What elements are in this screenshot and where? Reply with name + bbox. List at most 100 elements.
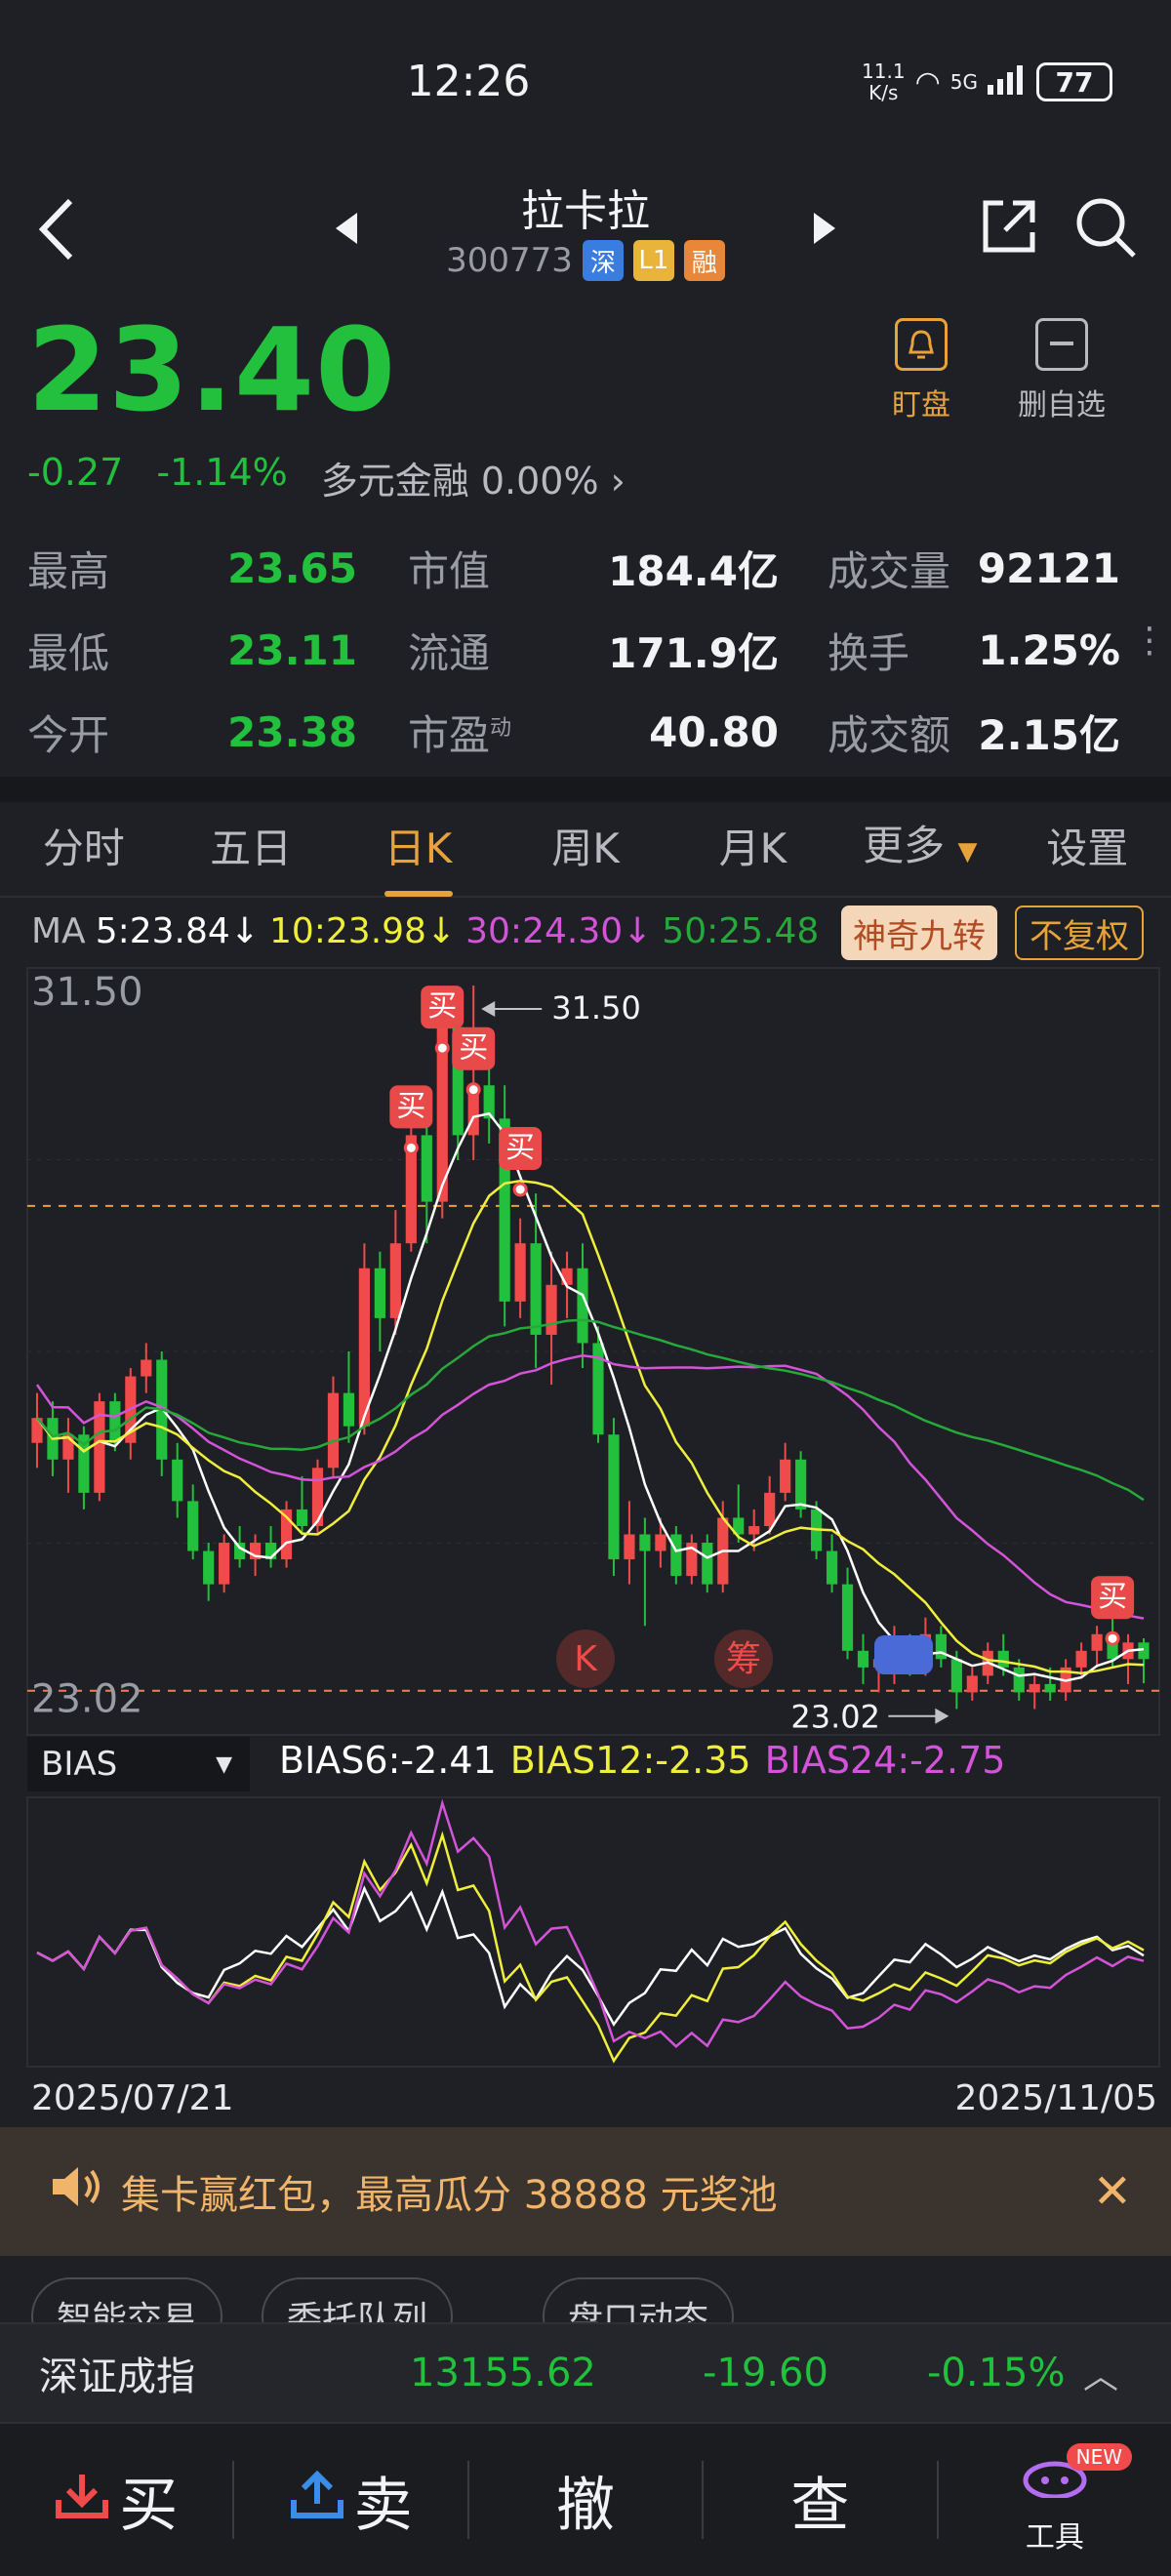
tab-monthly-k[interactable]: 月K bbox=[669, 801, 836, 897]
search-icon[interactable] bbox=[1073, 195, 1138, 263]
network-label: 5G bbox=[949, 70, 978, 94]
candle-body bbox=[514, 1243, 526, 1302]
caret-down-icon: ▼ bbox=[216, 1751, 232, 1777]
ma5-line bbox=[36, 1111, 1145, 1682]
candle-body bbox=[1091, 1633, 1103, 1651]
candle-body bbox=[327, 1392, 340, 1469]
candle-body bbox=[545, 1284, 557, 1335]
buy-signal-label: 买 bbox=[505, 1131, 535, 1165]
index-ticker[interactable]: 深证成指 13155.62 -19.60 -0.15% ︿ bbox=[0, 2322, 1171, 2422]
candle-body bbox=[857, 1650, 869, 1668]
tab-settings[interactable]: 设置 bbox=[1004, 801, 1171, 897]
chevron-up-icon[interactable]: ︿ bbox=[1083, 2348, 1118, 2398]
watch-label: 盯盘 bbox=[892, 388, 950, 423]
candle-body bbox=[109, 1401, 121, 1443]
bias12-value: BIAS12:-2.35 bbox=[509, 1739, 751, 1782]
price-axis-min: 23.02 bbox=[31, 1677, 143, 1722]
candle-body bbox=[172, 1459, 183, 1502]
k-marker: K bbox=[574, 1639, 598, 1679]
wifi-icon: ◠ bbox=[914, 64, 941, 100]
stat-label: 市盈动 bbox=[379, 703, 535, 762]
candle-body bbox=[343, 1392, 355, 1427]
candle-body bbox=[374, 1268, 385, 1318]
bell-icon bbox=[895, 318, 948, 371]
high-arrow-head bbox=[481, 1001, 496, 1017]
chip-smart-trade[interactable]: 智能交易 bbox=[31, 2277, 223, 2322]
candlestick-chart[interactable]: 31.5023.0231.5023.02买买买买买K 筹 bbox=[0, 966, 1171, 1737]
buy-signal-label: 买 bbox=[396, 1089, 425, 1123]
candle-body bbox=[826, 1550, 838, 1585]
upload-icon bbox=[290, 2466, 344, 2534]
ma50-value: 50:25.48 bbox=[662, 911, 820, 951]
buy-button[interactable]: 买 bbox=[0, 2461, 235, 2540]
watch-button[interactable]: 盯盘 bbox=[863, 318, 980, 423]
end-date: 2025/11/05 bbox=[954, 2078, 1158, 2118]
buy-signal-dot bbox=[434, 1040, 450, 1056]
index-value: 13155.62 bbox=[410, 2351, 596, 2395]
stat-label: 成交额 bbox=[828, 710, 951, 759]
promo-banner[interactable]: 集卡赢红包，最高瓜分 38888 元奖池 ✕ bbox=[0, 2127, 1171, 2256]
tab-daily-k[interactable]: 日K bbox=[335, 801, 502, 897]
query-button[interactable]: 查 bbox=[704, 2461, 939, 2540]
tab-intraday[interactable]: 分时 bbox=[0, 801, 167, 897]
battery-icon: 77 bbox=[1036, 62, 1112, 101]
adjust-mode-button[interactable]: 不复权 bbox=[1015, 906, 1144, 960]
stats-grid: 最高 23.65 市值 184.4亿 成交量 92121 最低 23.11 流通… bbox=[27, 527, 1150, 773]
index-pct: -0.15% bbox=[927, 2351, 1066, 2395]
stat-label: 流通 bbox=[408, 628, 491, 677]
candle-body bbox=[608, 1434, 620, 1560]
candle-body bbox=[141, 1359, 152, 1377]
stat-value: 23.65 bbox=[227, 543, 357, 592]
bias-legend: BIAS6:-2.41 BIAS12:-2.35 BIAS24:-2.75 bbox=[279, 1739, 1005, 1782]
more-vertical-icon[interactable]: ⋮ bbox=[1132, 621, 1167, 661]
promo-text: 集卡赢红包，最高瓜分 38888 元奖池 bbox=[121, 2173, 778, 2218]
ma10-value: 10:23.98↓ bbox=[268, 911, 457, 951]
speaker-icon bbox=[49, 2165, 103, 2218]
candle-body bbox=[219, 1543, 230, 1585]
chip-order-queue[interactable]: 委托队列 bbox=[262, 2277, 454, 2322]
candle-body bbox=[764, 1492, 776, 1526]
bias24-value: BIAS24:-2.75 bbox=[764, 1739, 1006, 1782]
stat-value: 40.80 bbox=[649, 707, 779, 756]
ma50-line bbox=[36, 1318, 1145, 1502]
buy-signal-label: 买 bbox=[1098, 1580, 1127, 1614]
cancel-order-button[interactable]: 撤 bbox=[469, 2461, 705, 2540]
net-speed-value: 11.1 bbox=[862, 60, 906, 83]
bias12-line bbox=[36, 1831, 1145, 2064]
candle-body bbox=[421, 1135, 432, 1202]
candle-body bbox=[311, 1468, 324, 1526]
tab-weekly-k[interactable]: 周K bbox=[502, 801, 668, 897]
candle-body bbox=[358, 1268, 370, 1427]
stat-value: 1.25% bbox=[978, 625, 1120, 674]
start-date: 2025/07/21 bbox=[31, 2078, 234, 2118]
bias-chart[interactable] bbox=[0, 1795, 1171, 2069]
candle-body bbox=[1029, 1683, 1040, 1693]
change-row: -0.27 -1.14% 多元金融 0.00% › bbox=[27, 451, 626, 504]
sell-button[interactable]: 卖 bbox=[234, 2461, 469, 2540]
tab-more[interactable]: 更多 ▼ bbox=[836, 798, 1003, 900]
indicator-select[interactable]: BIAS ▼ bbox=[27, 1737, 250, 1791]
close-icon[interactable]: ✕ bbox=[1093, 2164, 1132, 2219]
stat-value: 23.38 bbox=[227, 707, 357, 756]
remove-watchlist-button[interactable]: 删自选 bbox=[1003, 318, 1120, 423]
candle-body bbox=[530, 1243, 542, 1335]
sector-link[interactable]: 多元金融 0.00% › bbox=[321, 451, 626, 504]
stat-row: 今开 23.38 市盈动 40.80 成交额 2.15亿 bbox=[27, 691, 1150, 773]
price-change: -0.27 bbox=[27, 451, 124, 494]
ma30-value: 30:24.30↓ bbox=[465, 911, 653, 951]
signal-icon bbox=[988, 63, 1027, 101]
tab-five-day[interactable]: 五日 bbox=[167, 801, 334, 897]
chip-market-dynamics[interactable]: 盘口动态 bbox=[543, 2277, 735, 2322]
candle-body bbox=[389, 1243, 401, 1318]
low-arrow-head bbox=[935, 1708, 949, 1724]
chip-marker: 筹 bbox=[726, 1639, 761, 1679]
price-change-pct: -1.14% bbox=[156, 451, 288, 494]
tools-button[interactable]: NEW 工具 bbox=[939, 2443, 1171, 2555]
magic-nine-button[interactable]: 神奇九转 bbox=[841, 906, 997, 960]
stat-label-text: 市盈 bbox=[408, 710, 491, 759]
share-icon[interactable] bbox=[978, 195, 1040, 262]
candle-body bbox=[997, 1650, 1009, 1668]
tab-more-label: 更多 bbox=[863, 822, 946, 869]
feature-chips: 智能交易 委托队列 盘口动态 bbox=[0, 2256, 1171, 2322]
tools-label: 工具 bbox=[1025, 2520, 1084, 2555]
